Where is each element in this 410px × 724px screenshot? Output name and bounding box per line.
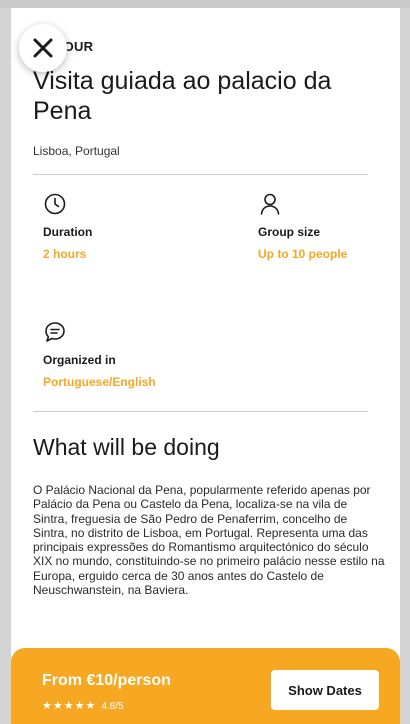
group-size-label: Group size: [258, 225, 321, 239]
tour-location: Lisboa, Portugal: [33, 144, 120, 158]
group-size-feature: Group size Up to 10 people: [258, 192, 400, 261]
language-feature: Organized in Portuguese/English: [43, 320, 213, 389]
language-label: Organized in: [43, 353, 116, 367]
person-icon: [260, 193, 280, 215]
divider: [33, 174, 368, 175]
show-dates-button[interactable]: Show Dates: [271, 670, 379, 710]
divider: [33, 411, 368, 412]
section-heading: What will be doing: [33, 434, 220, 460]
tour-description: O Palácio Nacional da Pena, popularmente…: [33, 483, 385, 598]
page-title: Visita guiada ao palacio da Pena: [33, 67, 332, 125]
duration-label: Duration: [43, 225, 93, 239]
top-strip: [0, 0, 410, 8]
clock-icon: [44, 193, 66, 215]
chat-bubble-icon: [45, 322, 65, 342]
star-rating-icon: ★★★★★: [42, 700, 97, 712]
duration-value: 2 hours: [43, 247, 87, 261]
tour-detail-sheet: ED TOUR Visita guiada ao palacio da Pena…: [11, 8, 400, 724]
rating-score: 4.8/5: [101, 701, 124, 712]
rating: ★★★★★ 4.8/5: [42, 700, 124, 713]
language-value: Portuguese/English: [43, 375, 156, 389]
close-icon: [33, 38, 53, 58]
group-size-value: Up to 10 people: [258, 247, 348, 261]
close-button[interactable]: [19, 24, 67, 72]
duration-feature: Duration 2 hours: [43, 192, 213, 261]
price-label: From €10/person: [42, 672, 171, 689]
